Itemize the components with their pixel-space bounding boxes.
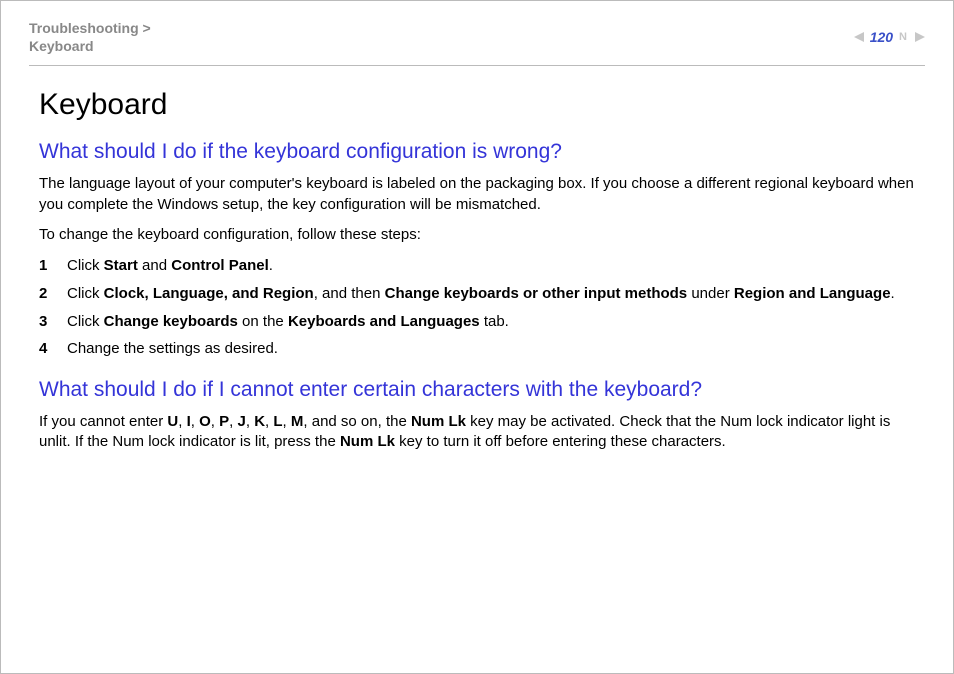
section1-heading: What should I do if the keyboard configu… [39,140,915,164]
page-header: Troubleshooting > Keyboard 120 N [29,19,925,55]
page-navigation: 120 N [854,29,925,45]
page-label-n: N [899,31,907,43]
page-number: 120 [870,29,893,45]
para-text: , [246,413,254,430]
bold-term: Clock, Language, and Region [104,285,314,302]
step-text: , and then [314,285,385,302]
breadcrumb: Troubleshooting > Keyboard [29,19,151,55]
section2-para: If you cannot enter U, I, O, P, J, K, L,… [39,412,915,453]
section2-heading: What should I do if I cannot enter certa… [39,378,915,402]
step-text: under [687,285,734,302]
bold-key: O [199,413,211,430]
para-text: If you cannot enter [39,413,167,430]
step-1: Click Start and Control Panel. [39,255,915,277]
para-text: , [191,413,199,430]
breadcrumb-line2: Keyboard [29,37,151,55]
bold-term: Region and Language [734,285,891,302]
step-text: Change the settings as desired. [67,340,278,357]
bold-term: Change keyboards or other input methods [385,285,688,302]
para-text: , [211,413,219,430]
step-text: tab. [480,313,509,330]
bold-key: Num Lk [411,413,466,430]
step-text: and [138,257,171,274]
section1-para1: The language layout of your computer's k… [39,174,915,215]
next-page-arrow-icon[interactable] [915,32,925,42]
section2: What should I do if I cannot enter certa… [39,378,915,453]
step-text: Click [67,313,104,330]
section1-para2: To change the keyboard configuration, fo… [39,225,915,245]
document-page: Troubleshooting > Keyboard 120 N Keyboar… [0,0,954,674]
para-text: , [229,413,237,430]
bold-key: Num Lk [340,433,395,450]
step-text: . [269,257,273,274]
bold-term: Change keyboards [104,313,238,330]
step-text: Click [67,285,104,302]
step-3: Click Change keyboards on the Keyboards … [39,311,915,333]
step-2: Click Clock, Language, and Region, and t… [39,283,915,305]
bold-key: M [291,413,304,430]
page-title: Keyboard [39,88,915,122]
bold-term: Keyboards and Languages [288,313,480,330]
header-divider [29,65,925,66]
step-text: on the [238,313,288,330]
steps-list: Click Start and Control Panel. Click Clo… [39,255,915,360]
bold-key: U [167,413,178,430]
para-text: , [178,413,186,430]
bold-key: P [219,413,229,430]
bold-key: K [254,413,265,430]
prev-page-arrow-icon[interactable] [854,32,864,42]
step-text: Click [67,257,104,274]
step-4: Change the settings as desired. [39,338,915,360]
bold-key: J [238,413,246,430]
para-text: , and so on, the [303,413,411,430]
para-text: , [283,413,291,430]
page-content: Keyboard What should I do if the keyboar… [29,88,925,452]
bold-term: Control Panel [171,257,269,274]
bold-term: Start [104,257,138,274]
bold-key: L [273,413,282,430]
step-text: . [891,285,895,302]
para-text: key to turn it off before entering these… [395,433,726,450]
breadcrumb-line1: Troubleshooting > [29,19,151,37]
